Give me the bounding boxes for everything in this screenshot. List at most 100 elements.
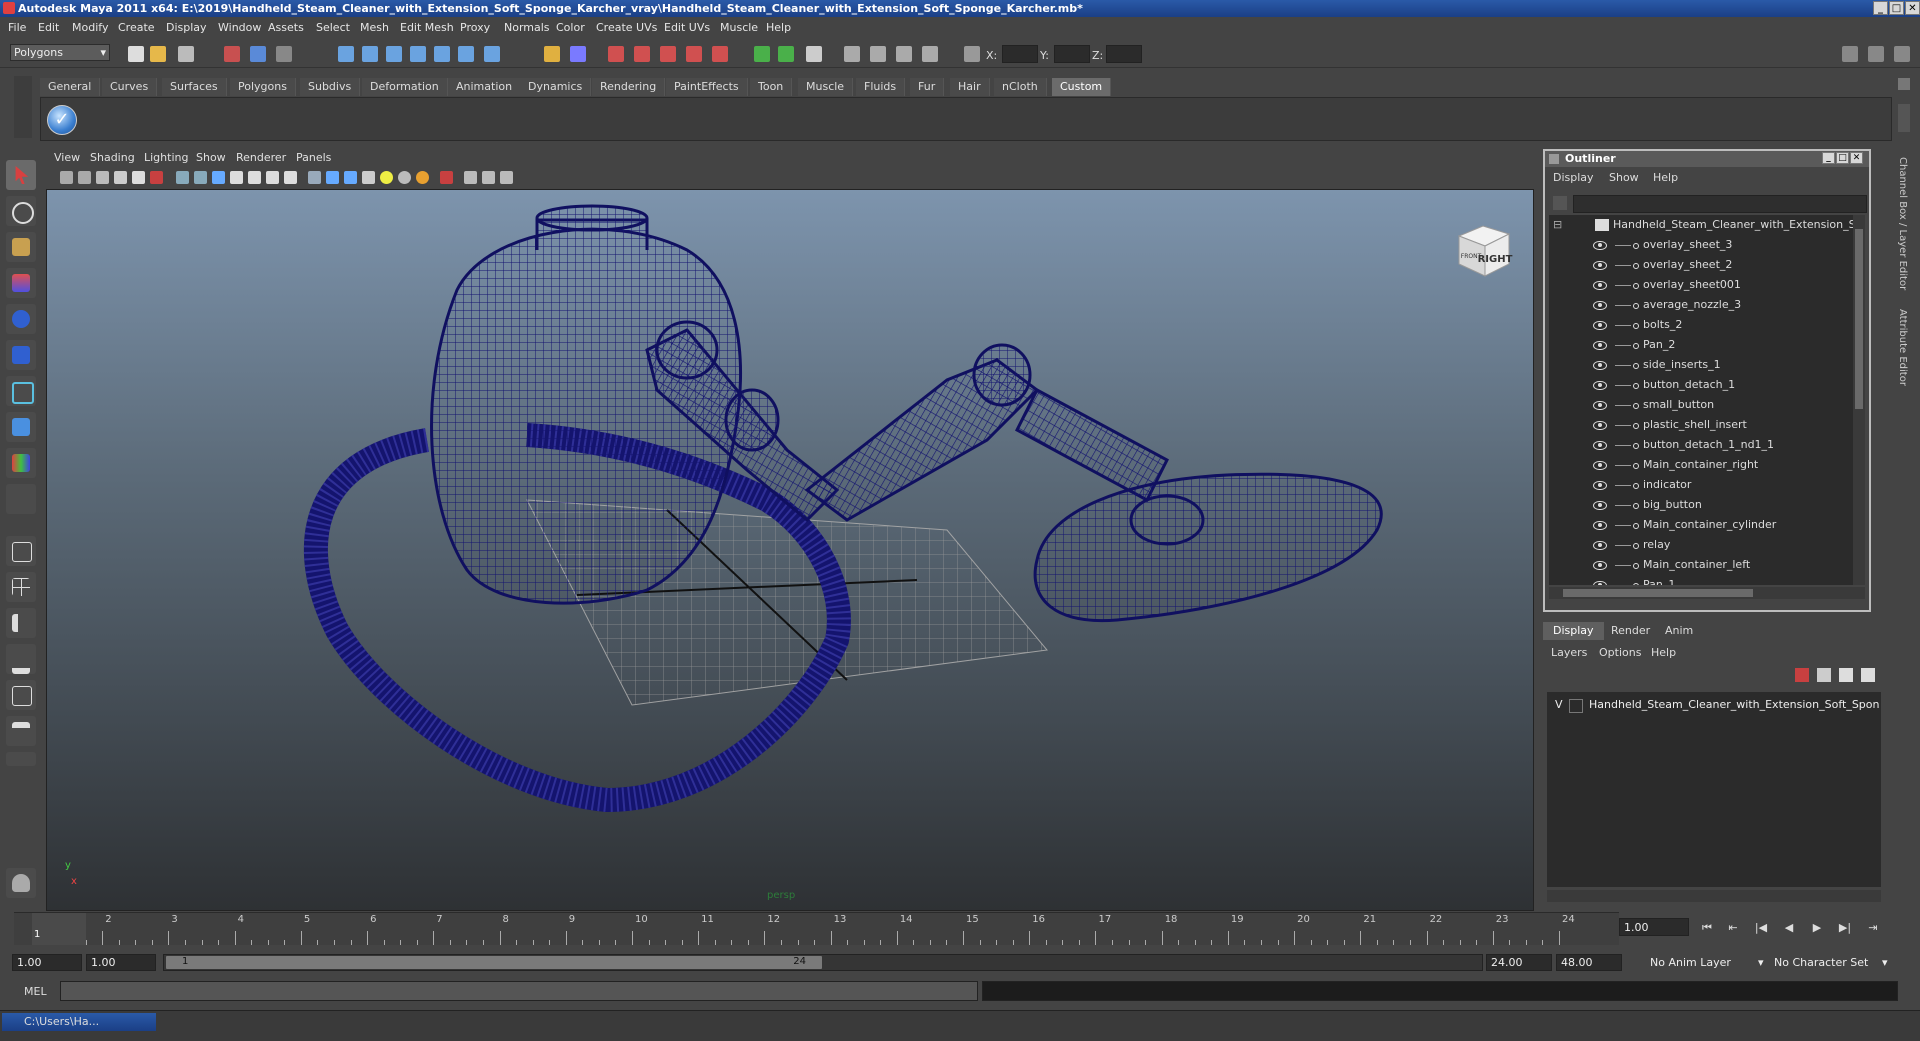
vp-menu-show[interactable]: Show	[196, 151, 226, 164]
flat-shade-icon[interactable]	[212, 171, 225, 184]
outliner-vertical-scrollbar[interactable]	[1853, 215, 1865, 585]
tool-settings-icon[interactable]	[844, 46, 860, 62]
outliner-root-row[interactable]: ⊟ Handheld_Steam_Cleaner_with_Extension_…	[1549, 215, 1853, 235]
shelf-tab-ncloth[interactable]: nCloth	[994, 78, 1047, 96]
shelf-menu-icon[interactable]	[1898, 78, 1910, 90]
play-backward-button[interactable]: ◀	[1782, 922, 1796, 934]
ipr-render-icon[interactable]	[634, 46, 650, 62]
snap-surface-icon[interactable]	[434, 46, 450, 62]
channel-box-icon[interactable]	[870, 46, 886, 62]
y-field[interactable]	[1054, 45, 1090, 63]
outliner-maximize-button[interactable]: □	[1836, 152, 1849, 164]
character-set-chevron-down-icon[interactable]: ▾	[1882, 954, 1888, 971]
hand-tool[interactable]	[6, 868, 36, 898]
select-component-icon[interactable]	[276, 46, 292, 62]
outliner-item[interactable]: big_button	[1549, 495, 1853, 515]
outliner-item[interactable]: overlay_sheet_3	[1549, 235, 1853, 255]
layer-editor-icon[interactable]	[896, 46, 912, 62]
outliner-item[interactable]: Main_container_right	[1549, 455, 1853, 475]
render-settings-icon[interactable]	[660, 46, 676, 62]
show-sidebar-icon[interactable]	[1842, 46, 1858, 62]
shelf-tab-custom[interactable]: Custom	[1052, 78, 1112, 96]
vp-menu-panels[interactable]: Panels	[296, 151, 331, 164]
outliner-toggle-icon[interactable]	[922, 46, 938, 62]
layer-tab-render[interactable]: Render	[1601, 622, 1660, 640]
film-gate-icon[interactable]	[150, 171, 163, 184]
shadow-icon[interactable]	[362, 171, 375, 184]
show-channelbox-icon[interactable]	[1868, 46, 1884, 62]
outliner-menu-help[interactable]: Help	[1653, 171, 1678, 184]
view-cube[interactable]: RIGHT FRONT	[1453, 218, 1515, 280]
menu-normals[interactable]: Normals	[504, 21, 550, 34]
menu-edit-mesh[interactable]: Edit Mesh	[400, 21, 454, 34]
resolution-gate-icon[interactable]	[482, 171, 495, 184]
render-view-icon[interactable]	[712, 46, 728, 62]
outliner-item[interactable]: Pan_1	[1549, 575, 1853, 585]
render-frame-icon[interactable]	[608, 46, 624, 62]
menu-modify[interactable]: Modify	[72, 21, 108, 34]
step-forward-frame-button[interactable]: ▶|	[1838, 922, 1852, 934]
outliner-item[interactable]: relay	[1549, 535, 1853, 555]
layout-hypershade[interactable]	[6, 680, 36, 710]
ambient-icon[interactable]	[398, 171, 411, 184]
input-line-icon[interactable]	[754, 46, 770, 62]
anim-layer-dropdown[interactable]: No Anim Layer	[1650, 954, 1731, 971]
outliner-item[interactable]: button_detach_1	[1549, 375, 1853, 395]
help-icon[interactable]	[484, 46, 500, 62]
layer-type-toggle[interactable]	[1569, 699, 1583, 713]
shelf-tab-toon[interactable]: Toon	[750, 78, 793, 96]
menu-assets[interactable]: Assets	[268, 21, 304, 34]
soft-modification-tool[interactable]	[6, 412, 36, 442]
vp-menu-renderer[interactable]: Renderer	[236, 151, 286, 164]
outliner-item[interactable]: indicator	[1549, 475, 1853, 495]
select-object-icon[interactable]	[250, 46, 266, 62]
outliner-item[interactable]: small_button	[1549, 395, 1853, 415]
outliner-item[interactable]: button_detach_1_nd1_1	[1549, 435, 1853, 455]
range-slider[interactable]: 1 24	[163, 954, 1483, 971]
lock-camera-icon[interactable]	[78, 171, 91, 184]
history-icon[interactable]	[458, 46, 474, 62]
range-slider-thumb[interactable]: 1 24	[166, 956, 822, 969]
layout-persp-graph-outliner[interactable]	[6, 716, 36, 746]
shelf-tab-surfaces[interactable]: Surfaces	[162, 78, 227, 96]
layout-four-view[interactable]	[6, 572, 36, 602]
select-hierarchy-icon[interactable]	[224, 46, 240, 62]
step-forward-key-button[interactable]: ⇥	[1866, 922, 1880, 934]
maximize-button[interactable]: □	[1889, 1, 1904, 15]
layout-persp-outliner[interactable]	[6, 608, 36, 638]
layer-menu-options[interactable]: Options	[1599, 646, 1641, 659]
shelf-grip[interactable]	[14, 76, 32, 138]
playback-start-field[interactable]: 1.00	[86, 954, 156, 971]
vp-menu-shading[interactable]: Shading	[90, 151, 135, 164]
menu-edit-uvs[interactable]: Edit UVs	[664, 21, 710, 34]
playback-end-field[interactable]: 24.00	[1486, 954, 1552, 971]
shelf-tab-general[interactable]: General	[40, 78, 101, 96]
outliner-scroll-thumb[interactable]	[1855, 229, 1863, 409]
shelf-tab-rendering[interactable]: Rendering	[592, 78, 666, 96]
mode-selector[interactable]: Polygons ▾	[10, 44, 110, 61]
default-light-icon[interactable]	[308, 171, 321, 184]
shelf-tab-deformation[interactable]: Deformation	[362, 78, 448, 96]
perspective-viewport[interactable]: RIGHT FRONT y x persp	[46, 189, 1534, 911]
light-bulb-icon[interactable]	[380, 171, 393, 184]
isolate-select-icon[interactable]	[440, 171, 453, 184]
z-field[interactable]	[1106, 45, 1142, 63]
outliner-hscroll-thumb[interactable]	[1563, 589, 1753, 597]
shelf-scroll[interactable]	[1898, 104, 1910, 132]
play-forward-button[interactable]: ▶	[1810, 922, 1824, 934]
universal-manipulator-tool[interactable]	[6, 376, 36, 406]
layer-settings-icon[interactable]	[1861, 668, 1875, 682]
smooth-shade-icon[interactable]	[194, 171, 207, 184]
shelf-tab-subdivs[interactable]: Subdivs	[300, 78, 361, 96]
outliner-minimize-button[interactable]: _	[1822, 152, 1835, 164]
snap-grid-icon[interactable]	[338, 46, 354, 62]
layer-visibility-toggle[interactable]: V	[1555, 696, 1563, 714]
menu-select[interactable]: Select	[316, 21, 350, 34]
animation-start-field[interactable]: 1.00	[12, 954, 82, 971]
toolbox-expand[interactable]	[6, 752, 36, 766]
paint-select-tool[interactable]	[6, 232, 36, 262]
outliner-item[interactable]: overlay_sheet001	[1549, 275, 1853, 295]
outliner-item[interactable]: Pan_2	[1549, 335, 1853, 355]
menu-create[interactable]: Create	[118, 21, 155, 34]
collapse-icon[interactable]: ⊟	[1553, 215, 1562, 235]
